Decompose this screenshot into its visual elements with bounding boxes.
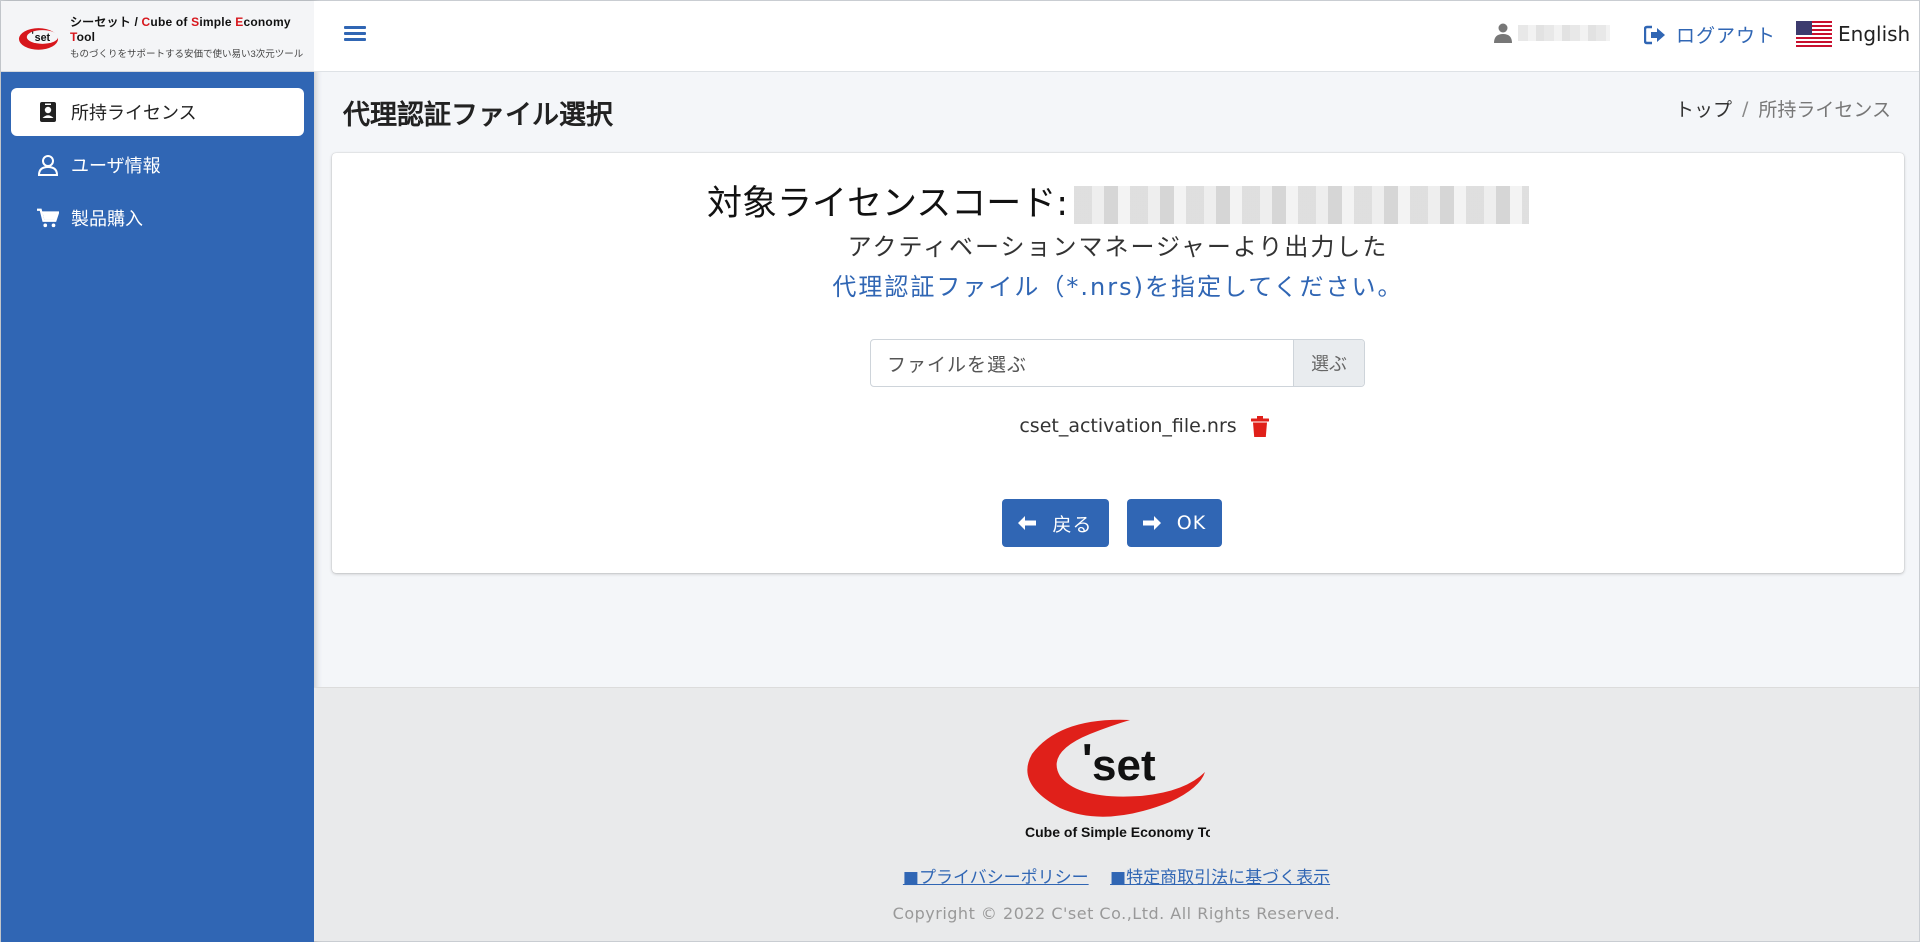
- us-flag-icon: [1796, 21, 1832, 47]
- breadcrumb-home[interactable]: トップ: [1675, 95, 1732, 122]
- license-code-redacted: [1074, 186, 1530, 224]
- file-input[interactable]: ファイルを選ぶ 選ぶ: [870, 339, 1365, 387]
- topbar: ログアウト English: [314, 1, 1919, 72]
- brand-subtitle: ものづくりをサポートする安価で使い易い3次元ツール: [69, 48, 304, 60]
- back-button[interactable]: 戻る: [1002, 499, 1109, 547]
- svg-text:set: set: [35, 32, 51, 44]
- trash-icon[interactable]: [1250, 415, 1269, 437]
- breadcrumb-separator: /: [1741, 97, 1749, 120]
- sidebar-item-label: 所持ライセンス: [71, 103, 197, 124]
- file-input-field[interactable]: ファイルを選ぶ: [871, 340, 1293, 386]
- privacy-policy-link[interactable]: ■プライバシーポリシー: [903, 868, 1089, 888]
- arrow-right-icon: [1142, 516, 1161, 530]
- commerce-law-link[interactable]: ■特定商取引法に基づく表示: [1110, 868, 1330, 888]
- instruction-line-2: 代理認証ファイル（*.nrs)を指定してください。: [832, 273, 1404, 301]
- arrow-left-icon: [1018, 516, 1037, 530]
- svg-text:set: set: [1092, 741, 1156, 790]
- user-menu[interactable]: [1494, 23, 1610, 43]
- svg-text:': ': [32, 30, 34, 40]
- svg-text:Cube of Simple Economy Tool: Cube of Simple Economy Tool: [1025, 824, 1210, 840]
- sidebar: set ' シーセット / Cube of Simple Economy Too…: [1, 1, 314, 942]
- language-selector[interactable]: English: [1796, 21, 1910, 47]
- browse-button[interactable]: 選ぶ: [1293, 340, 1364, 386]
- menu-toggle-icon[interactable]: [344, 23, 366, 45]
- svg-text:': ': [1082, 735, 1092, 784]
- footer: ' set Cube of Simple Economy Tool ■プライバシ…: [314, 687, 1919, 941]
- sidebar-item-user-info[interactable]: ユーザ情報: [11, 141, 304, 189]
- cset-logo: set ': [18, 28, 59, 50]
- instruction-line-1: アクティベーションマネージャーより出力した: [847, 233, 1389, 261]
- copyright: Copyright © 2022 C'set Co.,Ltd. All Righ…: [892, 904, 1341, 923]
- user-icon: [1494, 23, 1512, 43]
- sidebar-item-label: 製品購入: [71, 209, 143, 230]
- sidebar-item-label: ユーザ情報: [71, 156, 161, 177]
- ok-label: OK: [1176, 512, 1207, 534]
- footer-links: ■プライバシーポリシー ■特定商取引法に基づく表示: [314, 863, 1919, 888]
- cart-icon: [37, 207, 59, 229]
- license-code-heading: 対象ライセンスコード:: [332, 175, 1904, 226]
- breadcrumb: トップ / 所持ライセンス: [1675, 95, 1891, 122]
- user-icon: [37, 154, 59, 176]
- brand-title: シーセット / Cube of Simple Economy Tool: [69, 14, 291, 44]
- sign-out-icon: [1644, 25, 1665, 44]
- id-badge-icon: [37, 101, 59, 123]
- license-code-label: 対象ライセンスコード:: [706, 184, 1069, 224]
- logout-label: ログアウト: [1676, 25, 1777, 47]
- selected-file: cset_activation_file.nrs: [332, 415, 1904, 437]
- page-title: 代理認証ファイル選択: [343, 100, 613, 131]
- sidebar-item-purchase[interactable]: 製品購入: [11, 194, 304, 242]
- back-label: 戻る: [1052, 513, 1093, 536]
- sidebar-item-licenses[interactable]: 所持ライセンス: [11, 88, 304, 136]
- breadcrumb-current: 所持ライセンス: [1758, 99, 1891, 121]
- ok-button[interactable]: OK: [1127, 499, 1222, 547]
- brand-header[interactable]: set ' シーセット / Cube of Simple Economy Too…: [1, 1, 314, 72]
- selected-file-name: cset_activation_file.nrs: [1019, 415, 1237, 437]
- logout-button[interactable]: ログアウト: [1644, 21, 1776, 48]
- file-select-card: 対象ライセンスコード: アクティベーションマネージャーより出力した 代理認証ファ…: [332, 153, 1904, 573]
- footer-cset-logo: ' set Cube of Simple Economy Tool: [1025, 719, 1210, 840]
- username-redacted: [1518, 25, 1610, 41]
- language-label: English: [1838, 22, 1911, 46]
- sidebar-nav: 所持ライセンス ユーザ情報 製品購入: [1, 72, 314, 242]
